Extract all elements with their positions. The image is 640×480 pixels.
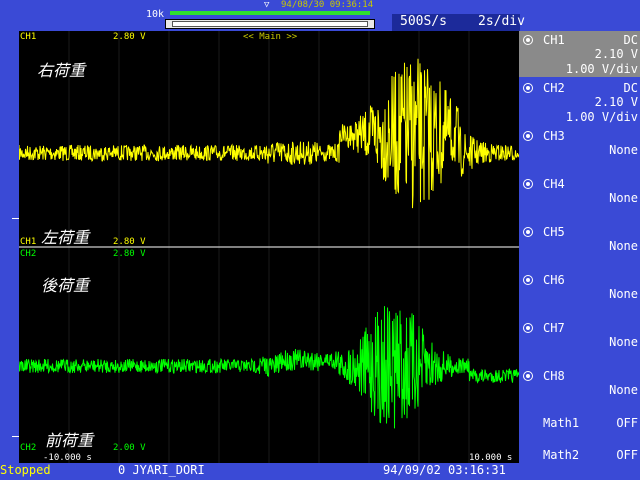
ch1-top-level: 2.80 V — [113, 32, 146, 42]
ch7-state: None — [609, 335, 638, 349]
ch3-name: CH3 — [543, 129, 565, 143]
upper-title-bottom: 左荷重 — [41, 228, 90, 247]
run-status: Stopped — [0, 463, 51, 477]
upper-title-top: 右荷重 — [37, 61, 86, 80]
lower-title-top: 後荷重 — [41, 276, 90, 295]
ch8-state: None — [609, 383, 638, 397]
time-right: 10.000 s — [469, 453, 513, 463]
ch6-state: None — [609, 287, 638, 301]
ch4-settings[interactable]: CH4 None — [519, 175, 640, 221]
ch1-top-label: CH1 — [20, 32, 37, 42]
ch8-name: CH8 — [543, 369, 565, 383]
waveform-svg — [19, 31, 519, 463]
zoom-scroll-thumb[interactable] — [172, 21, 368, 27]
ch6-name: CH6 — [543, 273, 565, 287]
ch4-state: None — [609, 191, 638, 205]
ch5-radio-icon[interactable] — [523, 227, 533, 237]
lower-title-bottom: 前荷重 — [45, 431, 94, 450]
record-length-label: 10k — [146, 9, 165, 20]
acquisition-date: 94/08/30 09:36:14 — [281, 0, 374, 10]
ch7-name: CH7 — [543, 321, 565, 335]
ch6-settings[interactable]: CH6 None — [519, 271, 640, 317]
ch3-radio-icon[interactable] — [523, 131, 533, 141]
ch2-settings[interactable]: CH2 DC 2.10 V 1.00 V/div — [519, 79, 640, 125]
ch1-radio-icon[interactable] — [523, 35, 533, 45]
ch5-name: CH5 — [543, 225, 565, 239]
ch1-offset: 2.10 V — [594, 47, 638, 61]
ch1-name: CH1 — [543, 33, 565, 47]
math1-state[interactable]: OFF — [616, 416, 638, 430]
ch2-level-marker — [12, 436, 19, 437]
ch5-settings[interactable]: CH5 None — [519, 223, 640, 269]
sample-rate[interactable]: 500S/s — [400, 14, 447, 29]
math2-name[interactable]: Math2 — [543, 448, 579, 462]
ch2-name: CH2 — [543, 81, 565, 95]
ch2-bottom-label: CH2 — [20, 443, 37, 453]
ch8-settings[interactable]: CH8 None — [519, 367, 640, 413]
ch4-name: CH4 — [543, 177, 565, 191]
ch2-top-level: 2.80 V — [113, 249, 146, 259]
ch4-radio-icon[interactable] — [523, 179, 533, 189]
ch7-settings[interactable]: CH7 None — [519, 319, 640, 365]
record-length-bar — [170, 11, 370, 15]
ch2-bottom-level: 2.00 V — [113, 443, 146, 453]
ch3-state: None — [609, 143, 638, 157]
ch1-settings[interactable]: CH1 DC 2.10 V 1.00 V/div — [519, 31, 640, 77]
ch2-radio-icon[interactable] — [523, 83, 533, 93]
ch1-bottom-label: CH1 — [20, 237, 37, 247]
time-per-div[interactable]: 2s/div — [478, 14, 525, 29]
capture-datetime: 94/09/02 03:16:31 — [383, 463, 506, 477]
ch8-radio-icon[interactable] — [523, 371, 533, 381]
ch7-radio-icon[interactable] — [523, 323, 533, 333]
ch2-offset: 2.10 V — [594, 95, 638, 109]
ch1-scale: 1.00 V/div — [565, 62, 638, 76]
trigger-marker-icon[interactable]: ▽ — [264, 0, 269, 10]
view-label: << Main >> — [243, 32, 298, 42]
file-name: 0 JYARI_DORI — [118, 463, 205, 477]
ch2-scale: 1.00 V/div — [565, 110, 638, 124]
math1-name[interactable]: Math1 — [543, 416, 579, 430]
waveform-display[interactable]: CH1 2.80 V << Main >> 右荷重 左荷重 CH1 2.80 V… — [19, 31, 519, 463]
ch6-radio-icon[interactable] — [523, 275, 533, 285]
ch2-coupling: DC — [623, 81, 638, 95]
channel-panel: CH1 DC 2.10 V 1.00 V/div CH2 DC 2.10 V 1… — [519, 31, 640, 480]
ch3-settings[interactable]: CH3 None — [519, 127, 640, 173]
math2-state[interactable]: OFF — [616, 448, 638, 462]
ch2-top-label: CH2 — [20, 249, 37, 259]
ch5-state: None — [609, 239, 638, 253]
ch1-coupling: DC — [623, 33, 638, 47]
ch1-bottom-level: 2.80 V — [113, 237, 146, 247]
ch1-level-marker — [12, 218, 19, 219]
time-left: -10.000 s — [43, 453, 92, 463]
